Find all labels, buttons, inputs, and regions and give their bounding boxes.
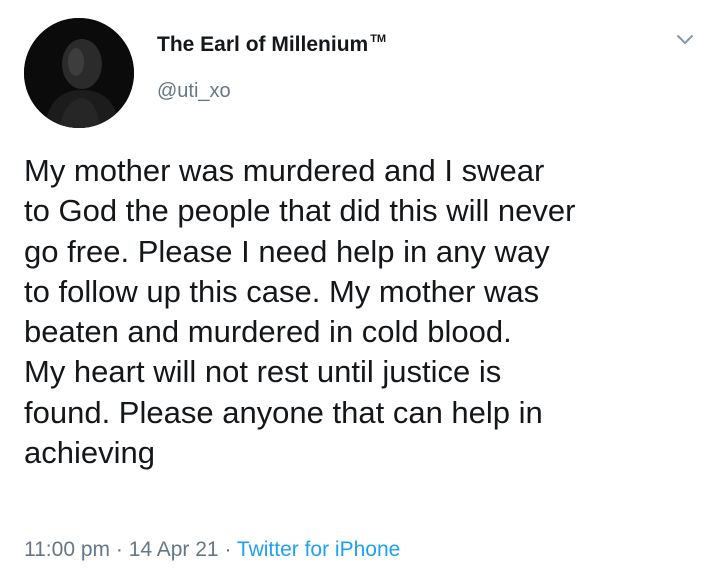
tweet-text-line: beaten and murdered in cold blood. <box>24 314 512 350</box>
tweet-date[interactable]: 14 Apr 21 <box>129 538 219 561</box>
tweet-source-link[interactable]: Twitter for iPhone <box>237 538 400 561</box>
tweet-time[interactable]: 11:00 pm <box>24 538 110 561</box>
meta-separator: · <box>224 538 232 561</box>
tweet-text-line: found. Please anyone that can help in <box>24 394 543 430</box>
chevron-down-icon[interactable] <box>674 28 696 50</box>
tweet-text-line: to God the people that did this will nev… <box>24 193 576 229</box>
tweet-text-line: My heart will not rest until justice is <box>24 354 502 390</box>
avatar[interactable] <box>24 18 134 128</box>
author-handle[interactable]: @uti_xo <box>157 80 231 103</box>
display-name-text: The Earl of Millenium <box>157 33 369 56</box>
tweet-card: The Earl of Millenium TM @uti_xo My mothe… <box>0 0 720 579</box>
tweet-text-line: to follow up this case. My mother was <box>24 273 540 309</box>
avatar-photo-icon <box>24 18 134 128</box>
tweet-text-line: My mother was murdered and I swear <box>24 153 545 188</box>
tweet-text: My mother was murdered and I swear to Go… <box>24 151 704 473</box>
author-display-name[interactable]: The Earl of Millenium TM <box>157 33 386 57</box>
tweet-meta: 11:00 pm · 14 Apr 21 · Twitter for iPhon… <box>24 538 400 562</box>
trademark-symbol: TM <box>370 33 387 45</box>
tweet-text-line: go free. Please I need help in any way <box>24 233 550 269</box>
tweet-text-line: achieving <box>24 435 155 471</box>
meta-separator: · <box>115 538 123 561</box>
